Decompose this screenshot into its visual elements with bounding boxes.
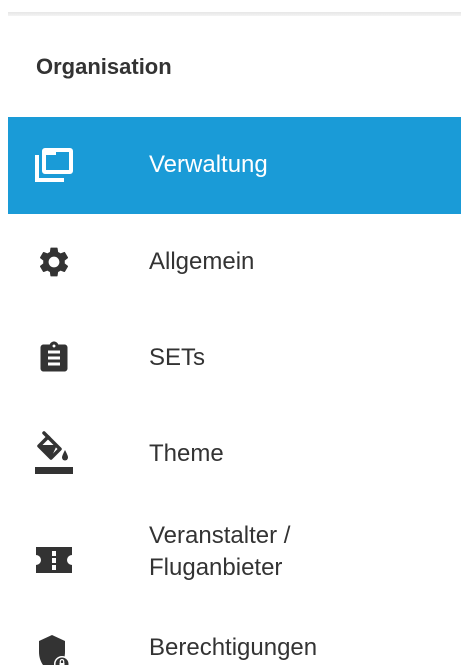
- sidebar-item-sets[interactable]: SETs: [8, 310, 461, 406]
- sidebar-item-label: Veranstalter / Fluganbieter: [149, 522, 291, 581]
- section-title: Organisation: [36, 54, 172, 79]
- sidebar-item-veranstalter[interactable]: Veranstalter / Fluganbieter: [8, 502, 461, 614]
- sidebar-item-label: Berechtigungen: [149, 634, 318, 661]
- sidebar-item-label: Theme: [149, 440, 224, 467]
- sidebar-item-allgemein[interactable]: Allgemein: [8, 214, 461, 310]
- clipboard-icon: [34, 338, 74, 378]
- sidebar-item-label: Verwaltung: [149, 151, 268, 178]
- sidebar-item-theme[interactable]: Theme: [8, 406, 461, 502]
- sidebar-item-label: SETs: [149, 344, 206, 371]
- paint-bucket-icon: [34, 430, 74, 478]
- gear-icon: [34, 242, 74, 282]
- top-divider: [8, 12, 461, 16]
- folders-icon: [34, 145, 74, 185]
- sidebar-item-verwaltung[interactable]: Verwaltung: [8, 117, 461, 214]
- ticket-icon: [34, 540, 74, 580]
- sidebar-item-berechtigungen[interactable]: Berechtigungen: [8, 614, 461, 665]
- sidebar-item-label: Allgemein: [149, 248, 255, 275]
- shield-lock-icon: [34, 634, 74, 665]
